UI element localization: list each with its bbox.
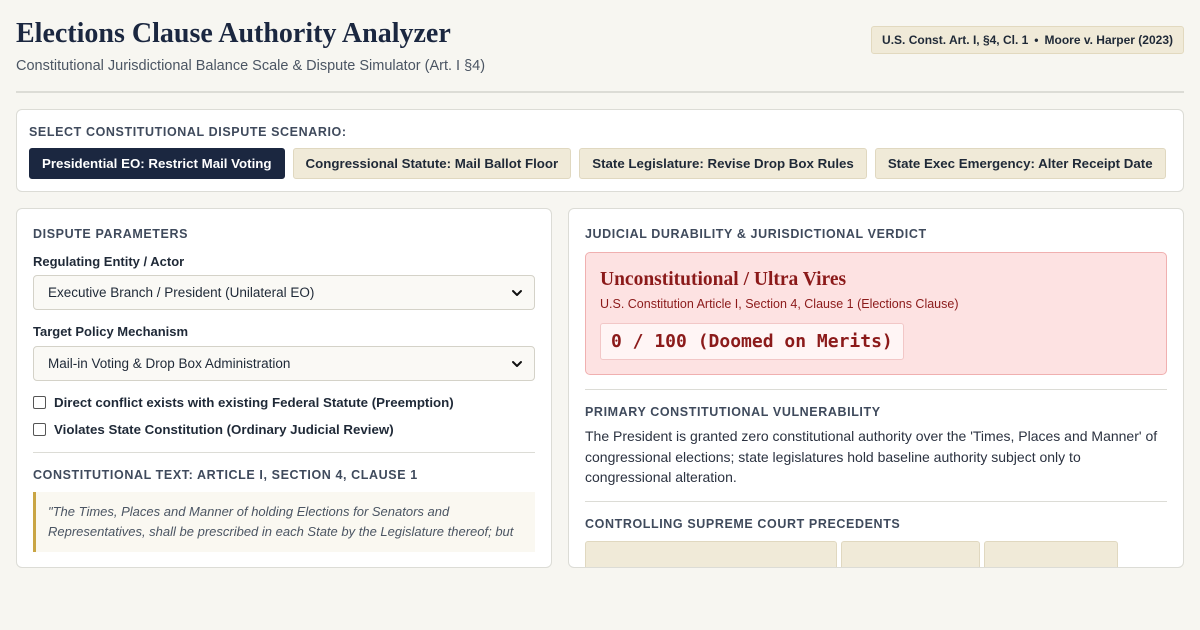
vulnerability-text: The President is granted zero constituti… (585, 428, 1158, 485)
mechanism-select-value: Mail-in Voting & Drop Box Administration (48, 356, 291, 371)
section-divider (33, 452, 535, 453)
durability-score: 0 / 100 (Doomed on Merits) (600, 323, 904, 360)
mechanism-select[interactable]: Mail-in Voting & Drop Box Administration (33, 346, 535, 381)
precedents-heading: CONTROLLING SUPREME COURT PRECEDENTS (585, 517, 901, 531)
precedent-chip[interactable] (841, 541, 980, 567)
actor-select[interactable]: Executive Branch / President (Unilateral… (33, 275, 535, 310)
actor-label: Regulating Entity / Actor (33, 254, 185, 269)
chevron-down-icon (512, 289, 522, 296)
citation-secondary: Moore v. Harper (2023) (1044, 33, 1174, 47)
scenario-button-row: Presidential EO: Restrict Mail Voting Co… (29, 148, 1166, 179)
section-divider (585, 389, 1167, 390)
verdict-heading: JUDICIAL DURABILITY & JURISDICTIONAL VER… (585, 227, 927, 241)
verdict-card: Unconstitutional / Ultra Vires U.S. Cons… (585, 252, 1167, 375)
mechanism-label: Target Policy Mechanism (33, 324, 189, 339)
actor-select-value: Executive Branch / President (Unilateral… (48, 285, 315, 300)
preemption-checkbox[interactable] (33, 396, 46, 409)
precedent-chip[interactable] (585, 541, 837, 567)
state-constitution-checkbox-label: Violates State Constitution (Ordinary Ju… (54, 422, 394, 437)
dispute-parameters-panel: DISPUTE PARAMETERS Regulating Entity / A… (16, 208, 552, 568)
verdict-source: U.S. Constitution Article I, Section 4, … (600, 297, 959, 311)
preemption-option[interactable]: Direct conflict exists with existing Fed… (33, 395, 454, 410)
scenario-button-state-legislature[interactable]: State Legislature: Revise Drop Box Rules (579, 148, 867, 179)
precedent-chip[interactable] (984, 541, 1118, 567)
scenario-button-congressional-statute[interactable]: Congressional Statute: Mail Ballot Floor (292, 148, 572, 179)
scenario-selector: SELECT CONSTITUTIONAL DISPUTE SCENARIO: … (16, 109, 1184, 192)
citation-badge: U.S. Const. Art. I, §4, Cl. 1 • Moore v.… (871, 26, 1184, 54)
verdict-title: Unconstitutional / Ultra Vires (600, 269, 847, 290)
verdict-panel: JUDICIAL DURABILITY & JURISDICTIONAL VER… (568, 208, 1184, 568)
section-divider (585, 501, 1167, 502)
state-constitution-checkbox[interactable] (33, 423, 46, 436)
vulnerability-heading: PRIMARY CONSTITUTIONAL VULNERABILITY (585, 405, 881, 419)
preemption-checkbox-label: Direct conflict exists with existing Fed… (54, 395, 454, 410)
dispute-parameters-heading: DISPUTE PARAMETERS (33, 227, 189, 241)
state-constitution-option[interactable]: Violates State Constitution (Ordinary Ju… (33, 422, 394, 437)
page-title: Elections Clause Authority Analyzer (16, 18, 451, 49)
chevron-down-icon (512, 360, 522, 367)
scenario-button-state-exec-emergency[interactable]: State Exec Emergency: Alter Receipt Date (874, 148, 1166, 179)
scenario-button-presidential-eo[interactable]: Presidential EO: Restrict Mail Voting (29, 148, 285, 179)
constitutional-quote: "The Times, Places and Manner of holding… (33, 492, 535, 552)
constitutional-text-heading: CONSTITUTIONAL TEXT: ARTICLE I, SECTION … (33, 468, 418, 482)
scenario-selector-label: SELECT CONSTITUTIONAL DISPUTE SCENARIO: (29, 125, 347, 139)
page-subtitle: Constitutional Jurisdictional Balance Sc… (16, 58, 486, 74)
citation-primary: U.S. Const. Art. I, §4, Cl. 1 (882, 33, 1029, 47)
citation-separator: • (1034, 33, 1039, 47)
page-header: Elections Clause Authority Analyzer Cons… (16, 0, 1184, 93)
